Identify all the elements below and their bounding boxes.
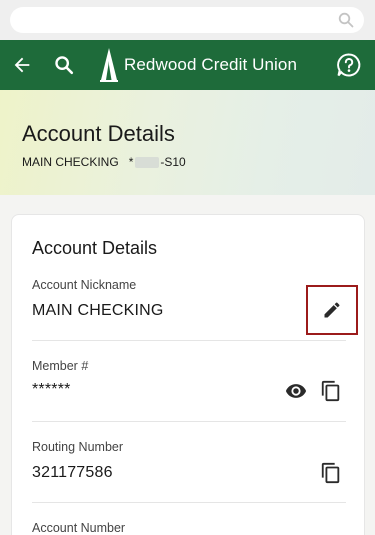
routing-number-label: Routing Number [32, 440, 124, 454]
search-button[interactable] [48, 40, 80, 90]
account-name: MAIN CHECKING [22, 155, 119, 169]
account-suffix: -S10 [160, 155, 186, 169]
page-title: Account Details [22, 121, 175, 146]
search-icon [55, 56, 74, 75]
address-bar[interactable] [10, 7, 364, 33]
back-arrow-icon [14, 57, 30, 73]
masked-account-digits [135, 156, 160, 168]
edit-nickname-button[interactable] [306, 285, 358, 335]
copy-member-number-button[interactable] [317, 377, 345, 405]
app-header: Redwood Credit Union [0, 40, 375, 90]
copy-icon [321, 462, 340, 484]
brand-logo[interactable]: Redwood Credit Union [98, 46, 297, 84]
nickname-label: Account Nickname [32, 278, 137, 292]
account-details-card: Account Details Account Nickname MAIN CH… [11, 214, 365, 535]
pencil-icon [324, 302, 340, 318]
routing-number-value: 321177586 [32, 464, 113, 481]
browser-toolbar [0, 0, 375, 40]
nickname-value: MAIN CHECKING [32, 302, 164, 319]
page-hero: Account Details MAIN CHECKING * -S10 [0, 90, 375, 195]
account-prefix: * [128, 155, 134, 169]
help-button[interactable] [331, 40, 367, 90]
divider [32, 502, 346, 503]
account-subtitle: MAIN CHECKING * -S10 [22, 155, 186, 169]
address-search-icon [338, 12, 354, 28]
brand-name: Redwood Credit Union [124, 55, 298, 74]
reveal-member-number-button[interactable] [282, 377, 310, 405]
redwood-logo-icon [100, 48, 118, 82]
copy-routing-number-button[interactable] [317, 459, 345, 487]
help-chat-icon [337, 53, 361, 77]
member-number-value: ****** [32, 381, 71, 398]
eye-icon [285, 384, 307, 398]
back-button[interactable] [6, 40, 38, 90]
copy-icon [321, 380, 340, 402]
divider [32, 340, 346, 341]
account-number-label: Account Number [32, 521, 126, 535]
card-title: Account Details [32, 238, 158, 258]
member-number-label: Member # [32, 359, 89, 373]
divider [32, 421, 346, 422]
